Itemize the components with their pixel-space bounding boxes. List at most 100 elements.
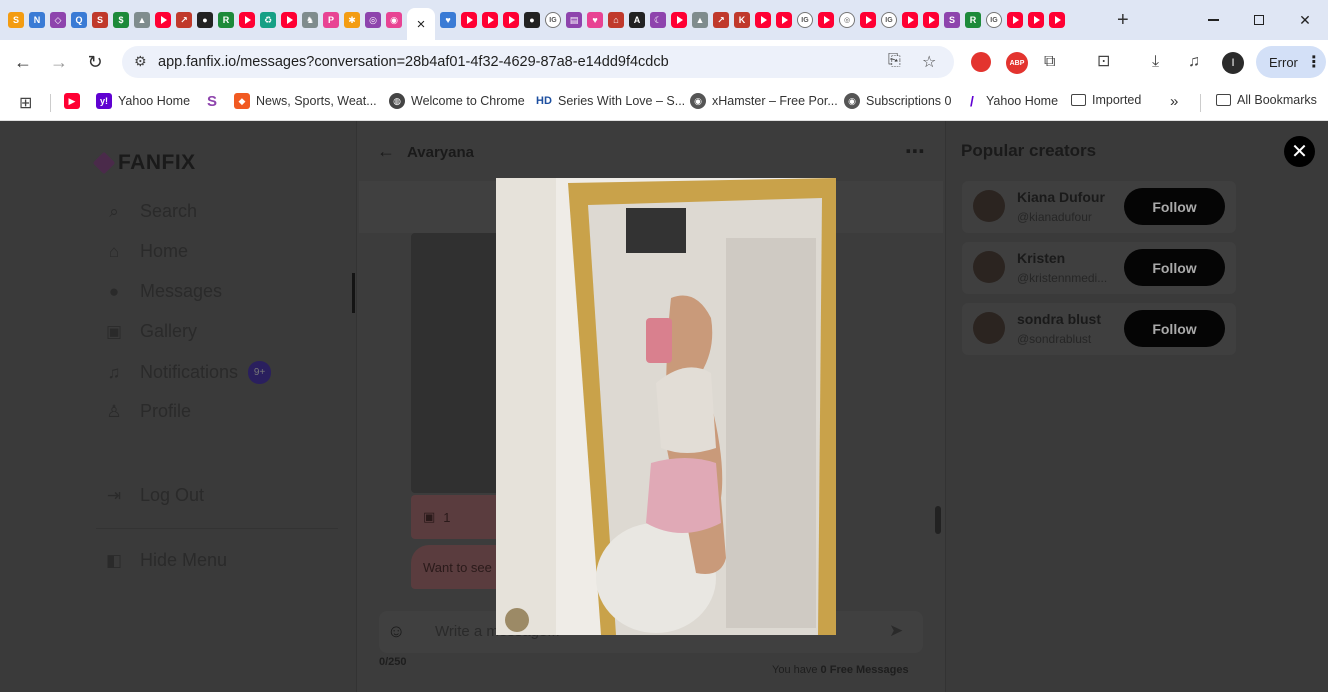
- extensions-puzzle-icon[interactable]: ⧉: [1044, 53, 1055, 71]
- apps-grid-icon[interactable]: ⊞: [19, 93, 32, 113]
- tab-active-close-icon[interactable]: ×: [407, 8, 435, 40]
- search-tabs-icon[interactable]: ⊡: [1097, 53, 1110, 71]
- extension-icon[interactable]: [971, 52, 991, 72]
- tab-favicon-icon[interactable]: P: [323, 12, 339, 28]
- tab-favicon-icon[interactable]: S: [944, 12, 960, 28]
- media-control-icon[interactable]: ♫: [1188, 53, 1200, 71]
- youtube-icon[interactable]: [755, 12, 771, 28]
- youtube-icon[interactable]: [1049, 12, 1065, 28]
- forward-button[interactable]: →: [48, 52, 70, 72]
- nav-gallery[interactable]: ▣ Gallery: [104, 321, 197, 342]
- creator-avatar[interactable]: [973, 251, 1005, 283]
- tab-favicon-icon[interactable]: ▲: [692, 12, 708, 28]
- downloads-icon[interactable]: ⤓: [1152, 53, 1159, 71]
- tab-favicon-icon[interactable]: ●: [524, 12, 540, 28]
- minimize-button[interactable]: [1190, 0, 1236, 40]
- youtube-icon[interactable]: [671, 12, 687, 28]
- nav-home[interactable]: ⌂ Home: [104, 241, 188, 262]
- tab-favicon-icon[interactable]: ↗: [713, 12, 729, 28]
- back-button[interactable]: ←: [12, 52, 34, 72]
- tab-favicon-icon[interactable]: ♥: [440, 12, 456, 28]
- youtube-icon[interactable]: [776, 12, 792, 28]
- follow-button[interactable]: Follow: [1124, 249, 1225, 286]
- nav-notifications[interactable]: ♫ Notifications 9+: [104, 361, 272, 384]
- tab-favicon-icon[interactable]: $: [113, 12, 129, 28]
- bookmark-welcome-chrome[interactable]: ◍ Welcome to Chrome: [389, 93, 525, 109]
- tab-favicon-icon[interactable]: ●: [197, 12, 213, 28]
- ig-icon[interactable]: IG: [986, 12, 1002, 28]
- ig-icon[interactable]: ◎: [839, 12, 855, 28]
- creator-card[interactable]: sondra blust @sondrablust Follow: [962, 303, 1236, 355]
- youtube-icon[interactable]: [482, 12, 498, 28]
- send-icon[interactable]: ➤: [889, 621, 903, 641]
- bookmark-star-icon[interactable]: ☆: [922, 52, 936, 72]
- reload-button[interactable]: ↻: [84, 52, 106, 72]
- creator-name[interactable]: sondra blust: [1017, 311, 1101, 327]
- ig-icon[interactable]: IG: [545, 12, 561, 28]
- tab-favicon-icon[interactable]: R: [218, 12, 234, 28]
- lightbox-image[interactable]: [496, 178, 836, 635]
- install-app-icon[interactable]: ⎘: [888, 52, 901, 70]
- fanfix-logo[interactable]: FANFIX: [92, 151, 196, 175]
- youtube-icon[interactable]: [1007, 12, 1023, 28]
- youtube-icon[interactable]: [818, 12, 834, 28]
- tab-favicon-icon[interactable]: ▤: [566, 12, 582, 28]
- emoji-icon[interactable]: ☺: [387, 621, 405, 642]
- tab-favicon-icon[interactable]: S: [92, 12, 108, 28]
- youtube-icon[interactable]: [1028, 12, 1044, 28]
- close-lightbox-button[interactable]: ✕: [1284, 136, 1315, 167]
- creator-name[interactable]: Kiana Dufour: [1017, 189, 1105, 205]
- youtube-icon[interactable]: [155, 12, 171, 28]
- youtube-icon[interactable]: [239, 12, 255, 28]
- profile-avatar[interactable]: I: [1222, 52, 1244, 74]
- bookmark-s[interactable]: S: [204, 93, 220, 110]
- site-info-icon[interactable]: ⚙: [134, 53, 147, 70]
- follow-button[interactable]: Follow: [1124, 310, 1225, 347]
- nav-search[interactable]: ⌕ Search: [104, 201, 197, 222]
- nav-hide-menu[interactable]: ◧ Hide Menu: [104, 550, 227, 571]
- address-bar[interactable]: ⚙ app.fanfix.io/messages?conversation=28…: [122, 46, 954, 78]
- bookmark-youtube[interactable]: ▶: [64, 93, 80, 109]
- back-arrow-icon[interactable]: ←: [377, 141, 395, 162]
- bookmark-overflow-button[interactable]: »: [1170, 93, 1178, 110]
- tab-favicon-icon[interactable]: ◎: [365, 12, 381, 28]
- bookmark-xhamster[interactable]: ◉ xHamster – Free Por...: [690, 93, 838, 109]
- bookmark-subscriptions[interactable]: ◉ Subscriptions 0: [844, 93, 951, 109]
- tab-favicon-icon[interactable]: R: [965, 12, 981, 28]
- creator-avatar[interactable]: [973, 190, 1005, 222]
- tab-favicon-icon[interactable]: ▲: [134, 12, 150, 28]
- bookmark-yahoo-home-2[interactable]: / Yahoo Home: [964, 93, 1058, 109]
- nav-logout[interactable]: ⇥ Log Out: [104, 485, 204, 506]
- youtube-icon[interactable]: [923, 12, 939, 28]
- creator-name[interactable]: Kristen: [1017, 250, 1065, 266]
- tab-favicon-icon[interactable]: N: [29, 12, 45, 28]
- tab-favicon-icon[interactable]: S: [8, 12, 24, 28]
- tab-favicon-icon[interactable]: ☾: [650, 12, 666, 28]
- creator-card[interactable]: Kristen @kristennmedi... Follow: [962, 242, 1236, 294]
- tab-favicon-icon[interactable]: Q: [71, 12, 87, 28]
- follow-button[interactable]: Follow: [1124, 188, 1225, 225]
- home-favicon-icon[interactable]: ⌂: [608, 12, 624, 28]
- new-tab-button[interactable]: +: [1117, 9, 1129, 32]
- nav-profile[interactable]: ♙ Profile: [104, 401, 191, 422]
- bookmark-series[interactable]: HD Series With Love – S...: [536, 93, 685, 109]
- creator-avatar[interactable]: [973, 312, 1005, 344]
- youtube-icon[interactable]: [461, 12, 477, 28]
- ig-icon[interactable]: IG: [881, 12, 897, 28]
- more-options-icon[interactable]: ⋯: [905, 139, 926, 164]
- heart-icon[interactable]: ♥: [587, 12, 603, 28]
- bookmark-folder-all[interactable]: All Bookmarks: [1216, 93, 1317, 107]
- youtube-icon[interactable]: [281, 12, 297, 28]
- tab-favicon-icon[interactable]: ♞: [302, 12, 318, 28]
- tab-favicon-icon[interactable]: ✱: [344, 12, 360, 28]
- tab-favicon-icon[interactable]: ↗: [176, 12, 192, 28]
- bookmark-yahoo-home[interactable]: y! Yahoo Home: [96, 93, 190, 109]
- close-window-button[interactable]: ✕: [1282, 0, 1328, 40]
- tab-favicon-icon[interactable]: ◉: [386, 12, 402, 28]
- tab-favicon-icon[interactable]: A: [629, 12, 645, 28]
- maximize-button[interactable]: [1236, 0, 1282, 40]
- youtube-icon[interactable]: [902, 12, 918, 28]
- chat-scrollbar[interactable]: [935, 506, 941, 534]
- youtube-icon[interactable]: [860, 12, 876, 28]
- chat-partner-name[interactable]: Avaryana: [407, 144, 474, 161]
